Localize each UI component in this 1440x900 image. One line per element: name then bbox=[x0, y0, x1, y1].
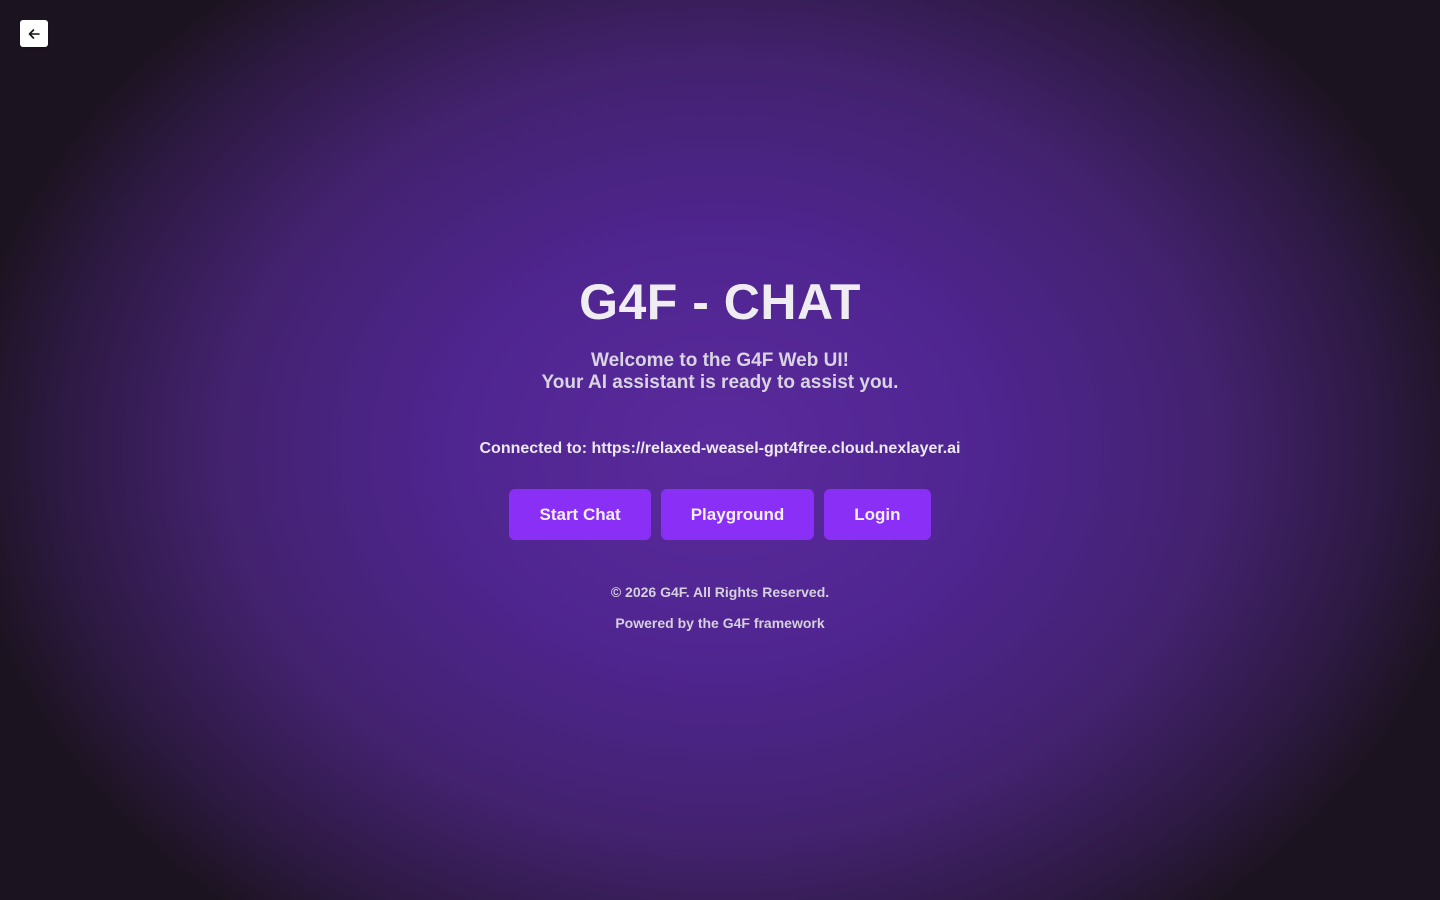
copyright-text: © 2026 G4F. All Rights Reserved. bbox=[610, 584, 830, 600]
powered-by-text: Powered by the G4F framework bbox=[615, 615, 825, 631]
connection-status: Connected to: https://relaxed-weasel-gpt… bbox=[479, 440, 961, 457]
playground-button[interactable]: Playground bbox=[660, 489, 815, 540]
back-button[interactable] bbox=[20, 20, 48, 47]
arrow-left-icon bbox=[27, 27, 41, 41]
welcome-line-1: Welcome to the G4F Web UI! bbox=[591, 350, 849, 371]
welcome-line-2: Your AI assistant is ready to assist you… bbox=[541, 372, 899, 393]
login-button[interactable]: Login bbox=[824, 489, 931, 540]
action-buttons: Start Chat Playground Login bbox=[0, 489, 1440, 540]
welcome-message: Welcome to the G4F Web UI! Your AI assis… bbox=[0, 350, 1440, 394]
page-title: G4F - CHAT bbox=[579, 274, 861, 330]
start-chat-button[interactable]: Start Chat bbox=[509, 489, 651, 540]
